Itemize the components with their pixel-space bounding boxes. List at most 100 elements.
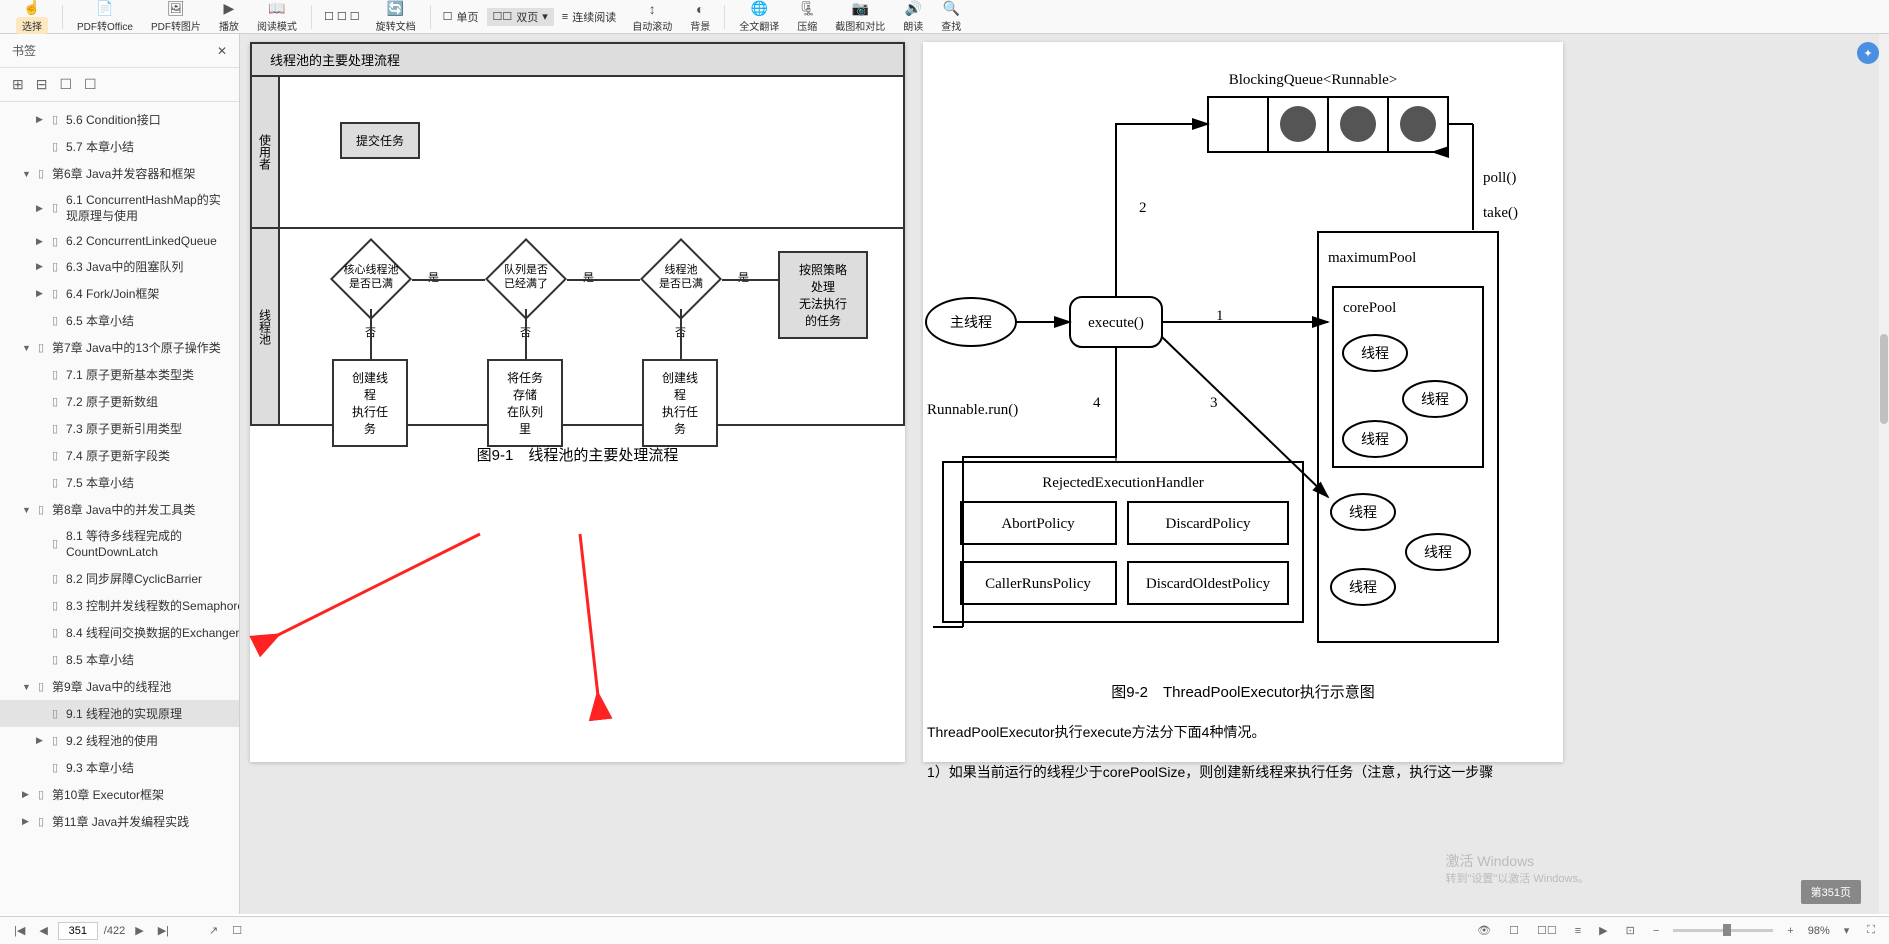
bookmarks-sidebar: 书签 ✕ ⊞ ⊟ ☐ ☐ ▶▯5.6 Condition接口▯5.7 本章小结▼… [0,34,240,914]
full-translate-button[interactable]: 🌐全文翻译 [731,0,787,34]
single-page-button[interactable]: ☐ 单页 [437,8,485,26]
diagram-9-2: BlockingQueue<Runnable> poll() take() 主线… [923,42,1563,662]
bookmark-node[interactable]: ▶▯5.6 Condition接口 [0,106,239,133]
bookmark-node[interactable]: ▯8.1 等待多线程完成的CountDownLatch [0,523,239,565]
bookmark-node[interactable]: ▯8.3 控制并发线程数的Semaphore [0,592,239,619]
scrollbar-thumb[interactable] [1880,334,1888,424]
bookmark-node[interactable]: ▯8.5 本章小结 [0,646,239,673]
bookmark-node[interactable]: ▯9.1 线程池的实现原理 [0,700,239,727]
continuous-button[interactable]: ≡ 连续阅读 [556,8,622,26]
layout1-icon[interactable]: ☐ [1505,922,1523,939]
next-page-button[interactable]: ▶ [131,922,147,939]
bookmark-node[interactable]: ▯7.3 原子更新引用类型 [0,415,239,442]
svg-text:线程: 线程 [1361,345,1389,361]
close-sidebar-icon[interactable]: ✕ [217,44,227,58]
bookmark2-icon[interactable]: ☐ [84,76,97,93]
svg-text:corePool: corePool [1343,300,1396,316]
bookmark-node[interactable]: ▯8.4 线程间交换数据的Exchanger [0,619,239,646]
collapse-icon[interactable]: ⊟ [36,76,48,93]
sidebar-title: 书签 [12,42,36,59]
bookmark-node[interactable]: ▯7.4 原子更新字段类 [0,442,239,469]
select-tool[interactable]: ☝选择 [8,0,56,34]
bookmark-node[interactable]: ▯5.7 本章小结 [0,133,239,160]
expand-icon[interactable]: ⛶ [1863,922,1879,939]
svg-text:4: 4 [1093,395,1101,411]
background-button[interactable]: ◐背景 [682,0,718,34]
page-number-input[interactable] [58,922,98,940]
bookmark-node[interactable]: ▶▯6.2 ConcurrentLinkedQueue [0,229,239,253]
bookmark-node[interactable]: ▯6.5 本章小结 [0,307,239,334]
svg-text:execute(): execute() [1088,315,1144,331]
fit-icon[interactable]: ⊡ [1622,922,1639,939]
content-scrollbar[interactable] [1879,34,1889,914]
bookmark-node[interactable]: ▶▯第10章 Executor框架 [0,781,239,808]
flow-diamond-1: 核心线程池是否已满 [330,249,412,309]
bookmark-node[interactable]: ▯7.5 本章小结 [0,469,239,496]
compress-button[interactable]: 🗜压缩 [789,0,825,34]
page-left: 线程池的主要处理流程 使用者 提交任务 线程池 [250,42,905,762]
bookmark-node[interactable]: ▶▯9.2 线程池的使用 [0,727,239,754]
bookmark-node[interactable]: ▯9.3 本章小结 [0,754,239,781]
document-viewport[interactable]: 线程池的主要处理流程 使用者 提交任务 线程池 [240,34,1889,914]
small-btn[interactable]: ☐ ☐ ☐ [318,8,366,26]
zoom-dropdown-icon[interactable]: ▾ [1840,922,1854,939]
bookmark-node[interactable]: ▶▯6.1 ConcurrentHashMap的实现原理与使用 [0,187,239,229]
main-toolbar: ☝选择 📄PDF转Office 🖼PDF转图片 ▶播放 📖阅读模式 ☐ ☐ ☐ … [0,0,1889,34]
tool-b-icon[interactable]: ☐ [228,922,246,939]
yes-label: 是 [738,269,749,285]
bookmark-node[interactable]: ▶▯6.4 Fork/Join框架 [0,280,239,307]
layout2-icon[interactable]: ☐☐ [1533,922,1561,939]
read-aloud-button[interactable]: 🔊朗读 [895,0,931,34]
first-page-button[interactable]: |◀ [10,922,29,939]
bookmark-node[interactable]: ▯8.2 同步屏障CyclicBarrier [0,565,239,592]
figure-caption-1: 图9-1 线程池的主要处理流程 [250,444,905,465]
zoom-slider[interactable] [1673,929,1773,932]
flow-box-store: 将任务存储在队列里 [487,359,563,447]
bookmark-node[interactable]: ▼▯第9章 Java中的线程池 [0,673,239,700]
svg-text:线程: 线程 [1349,579,1377,595]
bookmark-node[interactable]: ▯7.2 原子更新数组 [0,388,239,415]
svg-text:Runnable.run(): Runnable.run() [927,402,1018,418]
flow-section-label-1: 使用者 [252,77,280,227]
svg-text:CallerRunsPolicy: CallerRunsPolicy [985,576,1091,592]
read-icon[interactable]: ▶ [1595,922,1611,939]
figure-caption-2: 图9-2 ThreadPoolExecutor执行示意图 [923,681,1563,702]
view-icon[interactable]: 👁 [1473,922,1495,939]
rotate-button[interactable]: 🔄旋转文档 [368,0,424,34]
paragraph-2: 1）如果当前运行的线程少于corePoolSize，则创建新线程来执行任务（注意… [927,762,1533,782]
zoom-out-button[interactable]: − [1649,923,1663,939]
svg-text:线程: 线程 [1361,431,1389,447]
separator [62,5,63,29]
read-mode-button[interactable]: 📖阅读模式 [249,0,305,34]
paragraph-1: ThreadPoolExecutor执行execute方法分下面4种情况。 [927,722,1533,742]
flow-title: 线程池的主要处理流程 [252,44,903,77]
bookmark-node[interactable]: ▼▯第7章 Java中的13个原子操作类 [0,334,239,361]
svg-text:2: 2 [1139,200,1147,216]
svg-text:RejectedExecutionHandler: RejectedExecutionHandler [1042,475,1204,491]
bookmark-icon[interactable]: ☐ [59,76,72,93]
svg-text:线程: 线程 [1424,544,1452,560]
zoom-in-button[interactable]: + [1783,923,1797,939]
find-button[interactable]: 🔍查找 [933,0,969,34]
expand-icon[interactable]: ⊞ [12,76,24,93]
flow-diamond-2: 队列是否已经满了 [485,249,567,309]
screenshot-compare-button[interactable]: 📷截图和对比 [827,0,893,34]
tool-a-icon[interactable]: ↗ [205,922,222,939]
layout3-icon[interactable]: ≡ [1571,923,1585,939]
bookmark-node[interactable]: ▶▯6.3 Java中的阻塞队列 [0,253,239,280]
assist-badge-icon[interactable]: ✦ [1857,42,1879,64]
pdf-to-office-button[interactable]: 📄PDF转Office [69,0,141,34]
prev-page-button[interactable]: ◀ [35,922,51,939]
svg-text:主线程: 主线程 [950,314,992,330]
last-page-button[interactable]: ▶| [154,922,173,939]
svg-text:take(): take() [1483,205,1518,221]
bookmark-node[interactable]: ▶▯第11章 Java并发编程实践 [0,808,239,835]
auto-scroll-button[interactable]: ↕自动滚动 [624,0,680,34]
play-button[interactable]: ▶播放 [211,0,247,34]
pdf-to-image-button[interactable]: 🖼PDF转图片 [143,0,209,34]
bookmark-node[interactable]: ▼▯第6章 Java并发容器和框架 [0,160,239,187]
svg-text:AbortPolicy: AbortPolicy [1001,516,1075,532]
bookmark-node[interactable]: ▼▯第8章 Java中的并发工具类 [0,496,239,523]
bookmark-node[interactable]: ▯7.1 原子更新基本类型类 [0,361,239,388]
double-page-button[interactable]: ☐☐ 双页 ▾ [487,8,554,26]
